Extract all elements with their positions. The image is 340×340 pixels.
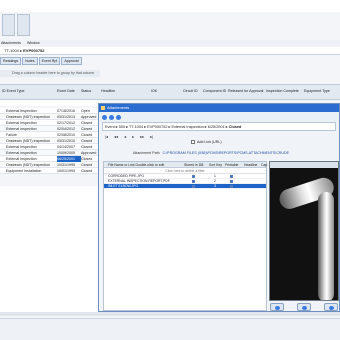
attachments-dialog: Attachments Event ▸ 500 ▸ TT-1004 ▸ EVP0… [98, 103, 340, 312]
events-grid-header: ID Event Type Event Date Status Headline… [0, 84, 340, 100]
breadcrumb-current: EVP000752 [23, 48, 45, 53]
attachments-rows: CORRODED PIPE.JPG 1 EXTERNAL INSPECTION RE… [104, 174, 266, 189]
table-row[interactable]: Equipment Installation 10/01/1994 Closed [0, 168, 100, 174]
col-inspection-complete[interactable]: Inspection Complete [266, 89, 304, 94]
left-pane-empty [0, 186, 100, 312]
add-link-option: Add Link (URL) [191, 140, 222, 144]
next-page-button[interactable]: ▸▸ [140, 134, 144, 139]
last-record-button[interactable]: ▸| [150, 134, 153, 139]
toolbar-label-attachments[interactable]: Attachments [1, 40, 21, 46]
attachments-grid: File Name or Link Double-click to edit S… [103, 161, 267, 311]
col-circuit-id[interactable]: Circuit ID [183, 89, 203, 94]
toolbar-label-window[interactable]: Window [27, 40, 40, 46]
col-event-date[interactable]: Event Date [57, 89, 79, 94]
refresh-icon[interactable] [102, 114, 107, 120]
col-component-id[interactable]: Component ID [203, 89, 228, 94]
printable-checkbox[interactable] [230, 185, 233, 188]
attachment-path-value[interactable]: C:\PROGRAM FILES (X86)\PCMS\REPORTS\PCMS… [163, 151, 289, 155]
event-type-cell: Equipment Installation [6, 169, 42, 173]
col-iok[interactable]: IOK [151, 89, 165, 94]
zoom-icon[interactable] [324, 303, 338, 311]
title-band [0, 0, 340, 12]
add-link-label: Add Link (URL) [197, 140, 222, 144]
tab-event-rpt[interactable]: Event Rpt [38, 57, 61, 65]
horizontal-scrollbar[interactable] [0, 312, 340, 316]
tab-readings[interactable]: Readings [0, 57, 22, 65]
events-grid-rows: External Inspection 07/18/2016 Open Onstrea… [0, 108, 100, 174]
rotate-left-icon[interactable] [270, 303, 284, 311]
dialog-breadcrumb-current: Closed [228, 125, 242, 129]
rotate-right-icon[interactable] [297, 303, 311, 311]
attachments-tool-icon[interactable] [2, 14, 15, 36]
status-bar [0, 318, 340, 340]
attachment-path-label: Attachment Path [133, 151, 160, 155]
app-icon [101, 106, 105, 110]
col-headline[interactable]: Headline [101, 89, 131, 94]
back-icon[interactable] [109, 114, 114, 120]
main-toolbar [2, 14, 30, 36]
col-released[interactable]: Released for Approval [228, 89, 266, 94]
col-sort-key[interactable]: Sort Key [209, 162, 222, 168]
dialog-title: Attachments [107, 105, 130, 110]
attachment-row[interactable]: INLET ELBOW.JPG 3 [104, 184, 266, 189]
stored-in-db-checkbox[interactable] [192, 185, 195, 188]
prev-record-button[interactable]: ◂ [124, 134, 126, 139]
file-name-cell[interactable]: INLET ELBOW.JPG [108, 184, 138, 189]
breadcrumb-prefix[interactable]: TT-1004 ▸ [4, 48, 22, 53]
dialog-breadcrumb-prefix[interactable]: Event ▸ 500 ▸ TT-1004 ▸ EVP000752 ▸ Exte… [105, 125, 228, 129]
image-controls [269, 303, 339, 311]
breadcrumb: TT-1004 ▸ EVP000752 [0, 47, 340, 55]
toolbar-labels: Attachments Window [0, 40, 340, 46]
col-stored-in-db[interactable]: Stored In DB [184, 162, 203, 168]
printable-checkbox[interactable] [230, 175, 233, 178]
col-event-type[interactable]: ID Event Type [2, 89, 54, 94]
col-status[interactable]: Status [81, 89, 99, 94]
add-link-checkbox[interactable] [191, 140, 195, 144]
stored-in-db-checkbox[interactable] [192, 175, 195, 178]
image-preview [269, 161, 339, 301]
col-caption[interactable]: Cap [261, 162, 267, 168]
stored-in-db-checkbox[interactable] [192, 180, 195, 183]
dialog-titlebar[interactable]: Attachments [99, 104, 339, 112]
dialog-breadcrumb: Event ▸ 500 ▸ TT-1004 ▸ EVP000752 ▸ Exte… [102, 122, 336, 131]
sort-key-cell[interactable]: 3 [214, 184, 216, 189]
status-cell: Closed [81, 169, 93, 173]
group-by-bar[interactable]: Drag a column header here to group by th… [0, 70, 100, 77]
record-tabs: Readings Notes Event Rpt Approval [0, 57, 83, 65]
tab-approval[interactable]: Approval [61, 57, 82, 65]
col-equipment-type[interactable]: Equipment Type [304, 89, 340, 94]
printable-checkbox[interactable] [230, 180, 233, 183]
window-tool-icon[interactable] [17, 14, 30, 36]
event-date-cell: 10/01/1994 [57, 169, 75, 173]
col-dialog-headline[interactable]: Headline [244, 162, 257, 168]
tab-notes[interactable]: Notes [22, 57, 38, 65]
vertical-pipe-image [318, 192, 334, 300]
attachments-grid-header: File Name or Link Double-click to edit S… [104, 162, 267, 168]
col-file-name[interactable]: File Name or Link Double-click to edit [108, 162, 164, 168]
prev-page-button[interactable]: ◂◂ [114, 134, 118, 139]
next-record-button[interactable]: ▸ [132, 134, 134, 139]
events-filter-row[interactable] [0, 100, 100, 106]
image-preview-header [270, 162, 338, 168]
col-printable[interactable]: Printable [225, 162, 238, 168]
forward-icon[interactable] [116, 114, 121, 120]
attachment-path: Attachment Path C:\PROGRAM FILES (X86)\P… [133, 151, 289, 155]
first-record-button[interactable]: |◂ [105, 134, 108, 139]
dialog-toolbar [99, 112, 339, 122]
